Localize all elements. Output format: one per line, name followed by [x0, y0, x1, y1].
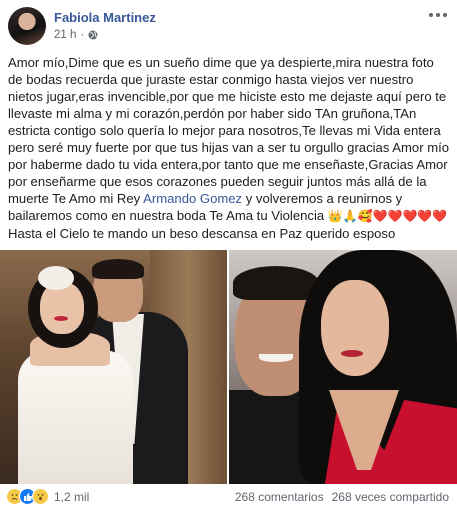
wow-reaction-icon	[32, 488, 49, 505]
bride-dress	[18, 350, 133, 484]
emoji-sequence: 👑🙏🥰❤️❤️❤️❤️❤️	[327, 209, 448, 223]
post-header: Fabiola Martinez 21 h ·	[8, 7, 449, 47]
bride-face	[40, 282, 84, 334]
facebook-post: Fabiola Martinez 21 h · Amor mío,Dime qu…	[0, 0, 457, 509]
more-options-icon[interactable]	[429, 13, 447, 21]
comments-count[interactable]: 268 comentarios	[235, 490, 324, 504]
post-text-part1: Amor mío,Dime que es un sueño dime que y…	[8, 55, 450, 206]
post-text-part3: Hasta el Cielo te mando un beso descansa…	[8, 226, 396, 241]
bride-headpiece	[38, 266, 74, 290]
man-smile	[259, 354, 293, 362]
author-name[interactable]: Fabiola Martinez	[54, 10, 156, 25]
reaction-count[interactable]: 1,2 mil	[54, 490, 89, 504]
bride-lips	[54, 316, 68, 321]
wedding-photo[interactable]	[0, 250, 227, 484]
post-text: Amor mío,Dime que es un sueño dime que y…	[8, 54, 451, 242]
woman-lips	[341, 350, 363, 357]
author-avatar[interactable]	[8, 7, 46, 45]
reactions-summary[interactable]: 1,2 mil	[6, 488, 89, 505]
engagement-stats: 268 comentarios 268 veces compartido	[235, 490, 449, 504]
post-footer: 1,2 mil 268 comentarios 268 veces compar…	[0, 484, 457, 509]
woman-face	[321, 280, 389, 376]
selfie-photo[interactable]	[229, 250, 457, 484]
post-time[interactable]: 21 h	[54, 29, 76, 41]
photo-grid	[0, 250, 457, 484]
groom-hair	[92, 259, 144, 279]
mention-link[interactable]: Armando Gomez	[143, 191, 242, 206]
shares-count[interactable]: 268 veces compartido	[332, 490, 449, 504]
post-meta: 21 h ·	[54, 29, 98, 41]
meta-separator: ·	[80, 29, 85, 41]
man-hair	[233, 266, 319, 300]
globe-icon	[88, 30, 98, 40]
